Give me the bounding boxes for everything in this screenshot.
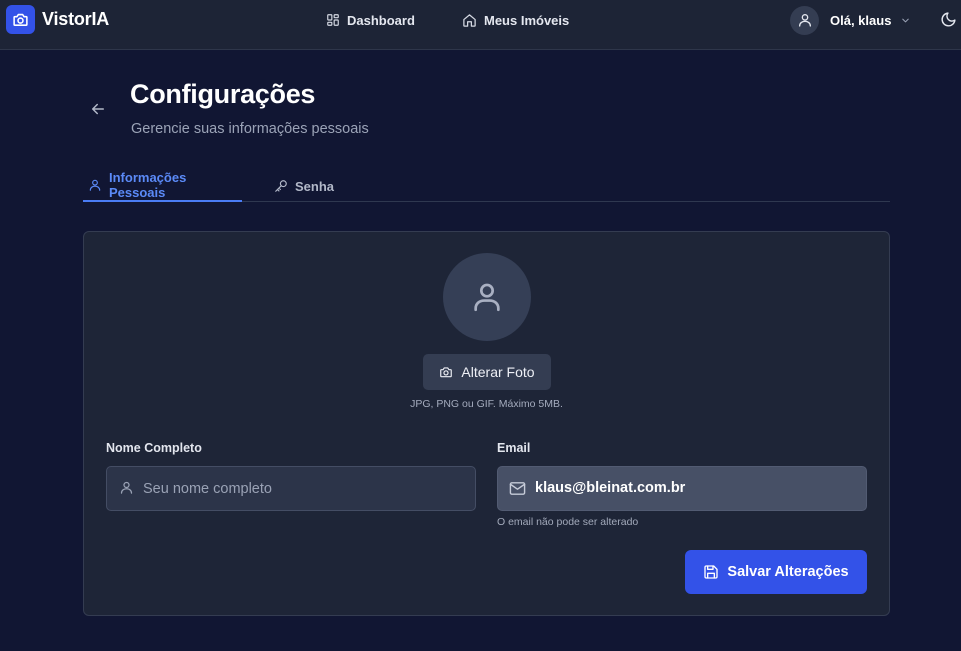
page-subtitle: Gerencie suas informações pessoais	[131, 121, 369, 137]
user-icon	[798, 14, 811, 27]
tab-senha[interactable]: Senha	[274, 170, 334, 202]
photo-hint: JPG, PNG ou GIF. Máximo 5MB.	[410, 398, 563, 410]
nav-item-dashboard[interactable]: Dashboard	[326, 11, 415, 29]
email-field: klaus@bleinat.com.br	[497, 466, 867, 511]
key-icon	[274, 179, 288, 193]
page-title: Configurações	[130, 79, 316, 109]
change-photo-label: Alterar Foto	[461, 364, 535, 380]
chevron-down-icon	[900, 15, 911, 26]
email-label: Email	[497, 441, 531, 455]
nav-item-label: Meus Imóveis	[484, 12, 570, 28]
email-note: O email não pode ser alterado	[497, 516, 639, 528]
moon-icon[interactable]	[940, 11, 958, 29]
user-icon	[474, 283, 500, 312]
avatar	[790, 5, 819, 35]
home-icon	[462, 13, 477, 28]
mail-icon	[509, 481, 526, 496]
save-button[interactable]: Salvar Alterações	[685, 550, 867, 594]
name-field	[106, 466, 476, 511]
user-icon	[119, 480, 134, 495]
user-menu[interactable]: Olá, klaus	[790, 5, 911, 35]
logo-camera-icon[interactable]	[6, 5, 35, 34]
tab-informacoes-pessoais[interactable]: Informações Pessoais	[83, 170, 242, 202]
tab-label: Informações Pessoais	[109, 170, 187, 200]
nav-item-meus-imoveis[interactable]: Meus Imóveis	[462, 11, 569, 29]
arrow-left-icon[interactable]	[89, 100, 107, 118]
save-icon	[703, 564, 719, 580]
name-input[interactable]	[143, 467, 463, 510]
save-label: Salvar Alterações	[727, 564, 849, 580]
name-label: Nome Completo	[106, 441, 202, 455]
change-photo-button[interactable]: Alterar Foto	[423, 354, 551, 390]
top-bar: VistorIA Dashboard Meus Imóveis Olá, kla…	[0, 0, 961, 50]
dashboard-grid-icon	[326, 13, 340, 27]
email-input[interactable]: klaus@bleinat.com.br	[535, 480, 685, 496]
user-greeting: Olá, klaus	[830, 12, 892, 28]
profile-avatar	[443, 253, 531, 341]
tab-label: Senha	[295, 178, 335, 194]
profile-card: Alterar Foto JPG, PNG ou GIF. Máximo 5MB…	[83, 231, 890, 616]
user-icon	[88, 178, 102, 192]
brand-name[interactable]: VistorIA	[42, 9, 109, 30]
settings-tabs: Informações Pessoais Senha	[83, 170, 890, 202]
nav-item-label: Dashboard	[347, 12, 415, 28]
camera-icon	[439, 365, 453, 379]
